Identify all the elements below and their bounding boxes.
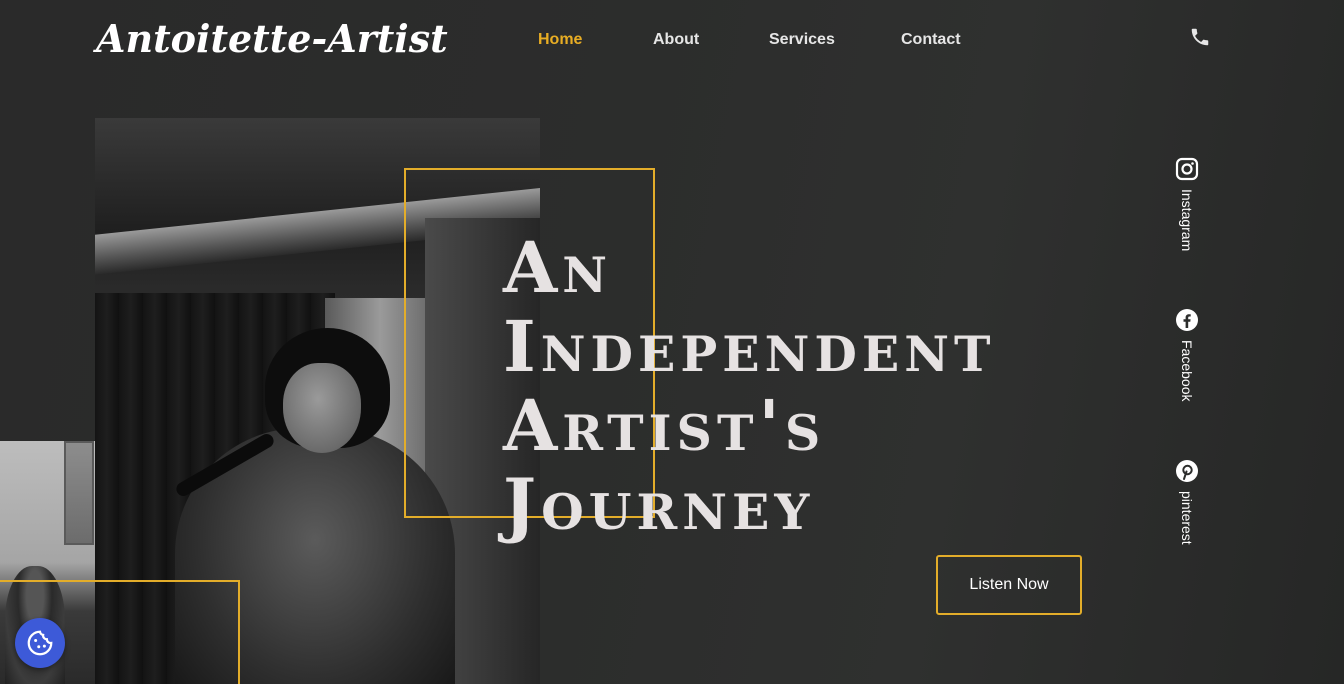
headline-line: Journey [503, 463, 815, 546]
social-label: pinterest [1179, 491, 1195, 545]
social-label: Facebook [1179, 340, 1195, 402]
nav-home[interactable]: Home [538, 31, 582, 49]
listen-now-button[interactable]: Listen Now [936, 555, 1082, 615]
social-instagram[interactable]: Instagram [1172, 157, 1202, 251]
instagram-icon [1175, 157, 1199, 181]
pinterest-icon [1176, 460, 1198, 482]
headline-line: Artist's [503, 384, 826, 467]
nav-contact[interactable]: Contact [901, 31, 961, 49]
social-label: Instagram [1179, 189, 1195, 252]
headline-line: An [503, 226, 613, 309]
cookie-icon [27, 630, 53, 656]
facebook-icon [1176, 309, 1198, 331]
cookie-settings-button[interactable] [15, 618, 65, 668]
main-nav: Home About Services Contact [0, 31, 1344, 51]
phone-icon[interactable] [1189, 26, 1211, 48]
social-pinterest[interactable]: pinterest [1172, 459, 1202, 545]
hero-headline: An Independent Artist's Journey [503, 228, 1103, 544]
nav-about[interactable]: About [653, 31, 699, 49]
social-facebook[interactable]: Facebook [1172, 308, 1202, 401]
nav-services[interactable]: Services [769, 31, 835, 49]
headline-line: Independent [503, 305, 996, 388]
